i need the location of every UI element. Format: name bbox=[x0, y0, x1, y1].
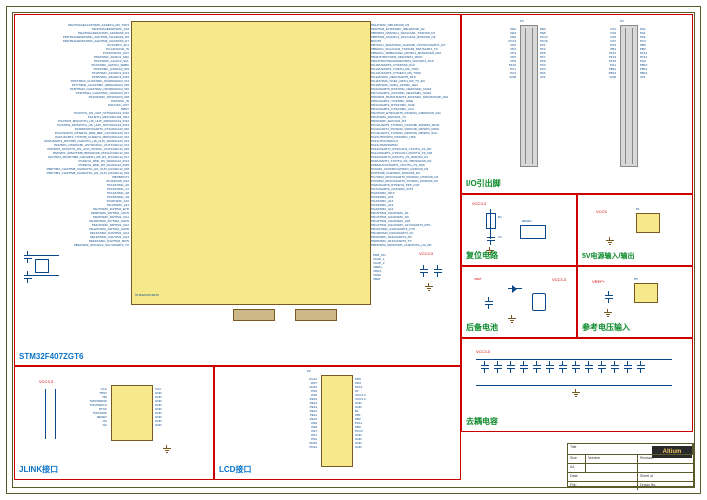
wire-gnd bbox=[476, 385, 672, 386]
gnd-icon bbox=[572, 389, 580, 397]
wire bbox=[29, 275, 59, 276]
schematic-sheet: STM32F407ZET6 PE2/TRACECLK/FSMC_A23/ETH_… bbox=[0, 0, 707, 500]
vcc-label: VCC3.3 bbox=[39, 379, 53, 384]
gnd-icon bbox=[604, 309, 612, 317]
gnd-icon bbox=[606, 237, 614, 245]
header-p4 bbox=[620, 25, 638, 167]
wire-vcc bbox=[476, 359, 672, 360]
section-decap: VCC3.3 去耦电容 bbox=[461, 338, 693, 432]
io-p3-right: PE3PE5PC13PC15PF1PF3PF5PF7PF9PC0PC2PA03V… bbox=[540, 27, 548, 79]
jlink-right-pins: VCCGNDGNDGNDGNDGNDGNDGNDGNDGND bbox=[155, 387, 162, 427]
section-5v-label: 5V电源输入/输出 bbox=[582, 251, 635, 261]
vbat-label: VBAT bbox=[474, 277, 482, 281]
vcc-label: VCC3.3 bbox=[419, 251, 433, 256]
p1-label: P1 bbox=[636, 207, 640, 211]
section-lcd: P2 PG12RSTPD10PD9PD8PE15PE14PE13PE12PE11… bbox=[214, 366, 461, 480]
decap-row bbox=[480, 361, 646, 373]
wire bbox=[55, 389, 56, 439]
tb-rev: Revision bbox=[638, 455, 693, 463]
section-lcd-label: LCD接口 bbox=[219, 464, 251, 475]
reset-button bbox=[520, 225, 546, 239]
wire bbox=[29, 255, 59, 256]
vcc5-label: VCC5 bbox=[596, 209, 607, 214]
lcd-p2: P2 bbox=[307, 369, 311, 373]
section-mcu: STM32F407ZET6 PE2/TRACECLK/FSMC_A23/ETH_… bbox=[14, 14, 461, 366]
mcu-ext-pins: PDR_ONVCAP_1VCAP_2VREF+VDDAVSSAVBAT bbox=[373, 253, 386, 281]
cap-vcap2 bbox=[433, 265, 443, 277]
lcd-right-pins: PD5PD4PF125VVCC3.3VCC3.3GNDGNDBLPB1PB2PF… bbox=[355, 377, 366, 449]
section-reset-label: 复位电路 bbox=[466, 250, 498, 261]
lcd-left-pins: PG12RSTPD10PD9PD8PE15PE14PE13PE12PE11PE1… bbox=[271, 377, 317, 449]
battery-bt1 bbox=[532, 293, 546, 311]
io-p3-left: PE2PE4PE6PC14PF0PF2PF4PF6PF8PF10PC1PC3GN… bbox=[480, 27, 516, 79]
c1-label: C1 bbox=[498, 235, 502, 239]
tb-size: Size bbox=[568, 455, 586, 463]
cap-c1 bbox=[486, 233, 496, 245]
tb-title: Title bbox=[568, 444, 693, 454]
tb-number: Number bbox=[586, 455, 638, 463]
vref-label: VREF+ bbox=[592, 279, 605, 284]
r1-label: R1 bbox=[498, 215, 502, 219]
mcu-left-nets: PE2/TRACECLK/FSMC_A23/ETH_MII_TXD3PE3/TR… bbox=[17, 23, 129, 247]
section-jlink: VCCTRSTTDITMS/SWDIOTCK/SWCLKRTCKTDO/SWOR… bbox=[14, 366, 214, 480]
jlink-left-pins: VCCTRSTTDITMS/SWDIOTCK/SWCLKRTCKTDO/SWOR… bbox=[59, 387, 107, 427]
vref-header bbox=[634, 283, 658, 303]
cap-vref bbox=[604, 291, 614, 303]
tb-sheet: Sheet of bbox=[638, 473, 693, 481]
wire bbox=[45, 389, 46, 439]
section-vref: P5 VREF+ 参考电压输入 bbox=[577, 266, 693, 338]
section-io-label: I/O引出脚 bbox=[466, 178, 501, 189]
section-vref-label: 参考电压输入 bbox=[582, 322, 630, 333]
mcu-ref: STM32F407ZET6 bbox=[135, 293, 159, 297]
section-mcu-label: STM32F407ZGT6 bbox=[19, 352, 83, 361]
tb-date: Date: bbox=[568, 473, 638, 481]
tb-size-v: A3 bbox=[568, 464, 586, 472]
p5-label: P5 bbox=[634, 277, 638, 281]
section-vbat: VBAT VCC3.3 后备电池 bbox=[461, 266, 577, 338]
mcu-right-nets: PE1/FSMC_NBL1/DCMI_D3PE0/TIM4_ETR/FSMC_N… bbox=[371, 23, 459, 247]
cap-vbat bbox=[484, 297, 494, 309]
header-p3 bbox=[520, 25, 538, 167]
gnd-icon bbox=[163, 445, 171, 453]
section-jlink-label: JLINK接口 bbox=[19, 464, 58, 475]
cap bbox=[23, 271, 33, 283]
crystal bbox=[35, 259, 49, 273]
section-reset: VCC3.3 R1 C1 RESET 复位电路 bbox=[461, 194, 577, 266]
diode-d1 bbox=[508, 285, 522, 293]
section-vbat-label: 后备电池 bbox=[466, 322, 498, 333]
resistor-r1 bbox=[486, 213, 496, 229]
section-io: P3 P4 PE2PE4PE6PC14PF0PF2PF4PF6PF8PF10PC… bbox=[461, 14, 693, 194]
vcc-label: VCC3.3 bbox=[476, 349, 490, 354]
p4-label: P4 bbox=[620, 19, 624, 23]
tb-drawn: Drawn By: bbox=[638, 482, 693, 490]
mcu-vdd-block bbox=[233, 309, 275, 321]
reset-net: RESET bbox=[522, 219, 532, 223]
io-p4-right: PA2PA4PA6PC4PB0PB2PF12PF14PG0PB10PB12PB1… bbox=[640, 27, 647, 79]
cap bbox=[23, 251, 33, 263]
mcu-vss-block bbox=[295, 309, 337, 321]
section-decap-label: 去耦电容 bbox=[466, 416, 498, 427]
mcu-chip bbox=[131, 21, 371, 305]
vcc-label: VCC3.3 bbox=[472, 201, 486, 206]
io-p4-left: PA1PA3PA5PA7PC5PB1PF11PF13PF15PG1PB11PB1… bbox=[580, 27, 616, 79]
tb-empty2 bbox=[638, 464, 693, 472]
p3-label: P3 bbox=[520, 19, 524, 23]
gnd-icon bbox=[508, 315, 516, 323]
pwr-header bbox=[636, 213, 660, 233]
gnd-icon bbox=[425, 283, 433, 291]
jlink-header bbox=[111, 385, 153, 441]
title-block: Title SizeNumberRevision A3 Date:Sheet o… bbox=[567, 443, 694, 487]
tb-empty bbox=[586, 464, 638, 472]
cap-vcap1 bbox=[419, 265, 429, 277]
tb-file: File: bbox=[568, 482, 638, 490]
section-5v: P1 VCC5 5V电源输入/输出 bbox=[577, 194, 693, 266]
lcd-header bbox=[321, 375, 353, 467]
vcc-label: VCC3.3 bbox=[552, 277, 566, 282]
